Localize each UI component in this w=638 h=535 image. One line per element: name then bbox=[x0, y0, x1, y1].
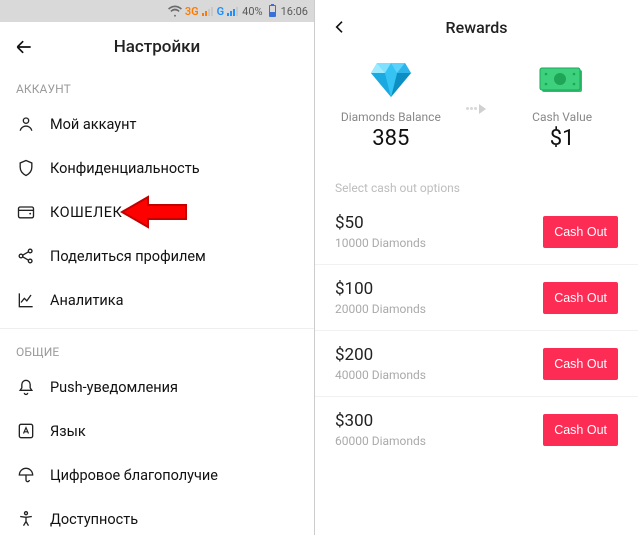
menu-label: Мой аккаунт bbox=[50, 116, 136, 133]
menu-label: Аналитика bbox=[50, 292, 124, 309]
highlight-arrow-icon bbox=[118, 195, 188, 229]
page-title: Настройки bbox=[114, 37, 201, 57]
cashout-note: Select cash out options bbox=[315, 151, 638, 199]
menu-label: Цифровое благополучие bbox=[50, 467, 218, 484]
language-icon bbox=[16, 421, 36, 441]
menu-item-share-profile[interactable]: Поделиться профилем bbox=[0, 234, 314, 278]
battery-text: 40% bbox=[242, 5, 262, 18]
menu-item-analytics[interactable]: Аналитика bbox=[0, 278, 314, 322]
cashout-button[interactable]: Cash Out bbox=[543, 282, 618, 314]
cashout-amount: $50 bbox=[335, 213, 426, 233]
cashout-option: $50 10000 Diamonds Cash Out bbox=[315, 199, 638, 265]
diamonds-label: Diamonds Balance bbox=[341, 110, 441, 124]
cashout-diamonds: 20000 Diamonds bbox=[335, 302, 426, 316]
share-icon bbox=[16, 246, 36, 266]
clock: 16:06 bbox=[281, 5, 308, 18]
diamond-icon bbox=[369, 60, 413, 100]
chart-icon bbox=[16, 290, 36, 310]
network-a-label: 3G bbox=[185, 5, 199, 18]
network-b-label: G bbox=[217, 5, 225, 18]
menu-item-accessibility[interactable]: Доступность bbox=[0, 497, 314, 535]
menu-label: Конфиденциальность bbox=[50, 160, 200, 177]
section-account-label: АККАУНТ bbox=[0, 72, 314, 102]
section-general-label: ОБЩИЕ bbox=[0, 335, 314, 365]
back-button[interactable] bbox=[327, 14, 353, 40]
back-button[interactable] bbox=[10, 33, 38, 61]
settings-screen: 3G G 40% 16:06 Настройки АККАУНТ Мой акк… bbox=[0, 0, 315, 535]
menu-item-wallet[interactable]: КОШЕЛЕК bbox=[0, 190, 314, 234]
shield-icon bbox=[16, 158, 36, 178]
menu-label: Push-уведомления bbox=[50, 379, 178, 396]
menu-label: Язык bbox=[50, 423, 86, 440]
menu-label: Доступность bbox=[50, 511, 138, 528]
menu-label: КОШЕЛЕК bbox=[50, 204, 122, 221]
person-icon bbox=[16, 114, 36, 134]
cashout-button[interactable]: Cash Out bbox=[543, 216, 618, 248]
menu-item-push[interactable]: Push-уведомления bbox=[0, 365, 314, 409]
divider bbox=[0, 328, 314, 329]
diamonds-value: 385 bbox=[372, 126, 409, 151]
menu-label: Поделиться профилем bbox=[50, 248, 206, 265]
signal-b-icon bbox=[227, 6, 239, 16]
bell-icon bbox=[16, 377, 36, 397]
cashout-diamonds: 60000 Diamonds bbox=[335, 434, 426, 448]
settings-header: Настройки bbox=[0, 22, 314, 72]
cashout-diamonds: 40000 Diamonds bbox=[335, 368, 426, 382]
rewards-screen: Rewards Diamonds Balance 385 bbox=[315, 0, 638, 535]
chevron-left-icon bbox=[332, 19, 348, 35]
cashout-diamonds: 10000 Diamonds bbox=[335, 236, 426, 250]
cashout-button[interactable]: Cash Out bbox=[543, 348, 618, 380]
wallet-icon bbox=[16, 202, 36, 222]
cashout-button[interactable]: Cash Out bbox=[543, 414, 618, 446]
cash-value-amount: $1 bbox=[550, 126, 575, 151]
wifi-icon bbox=[168, 4, 182, 18]
cashout-amount: $200 bbox=[335, 345, 426, 365]
menu-item-privacy[interactable]: Конфиденциальность bbox=[0, 146, 314, 190]
cash-value: Cash Value $1 bbox=[502, 60, 622, 151]
convert-arrow-icon bbox=[466, 98, 486, 114]
battery-icon bbox=[269, 5, 276, 17]
rewards-header: Rewards bbox=[315, 0, 638, 54]
accessibility-icon bbox=[16, 509, 36, 529]
cashout-option: $100 20000 Diamonds Cash Out bbox=[315, 265, 638, 331]
menu-item-my-account[interactable]: Мой аккаунт bbox=[0, 102, 314, 146]
umbrella-icon bbox=[16, 465, 36, 485]
cash-label: Cash Value bbox=[532, 110, 592, 124]
status-bar: 3G G 40% 16:06 bbox=[0, 0, 314, 22]
menu-item-language[interactable]: Язык bbox=[0, 409, 314, 453]
cash-icon bbox=[537, 60, 587, 100]
diamonds-balance: Diamonds Balance 385 bbox=[331, 60, 451, 151]
arrow-left-icon bbox=[14, 37, 34, 57]
cashout-option: $200 40000 Diamonds Cash Out bbox=[315, 331, 638, 397]
menu-item-wellbeing[interactable]: Цифровое благополучие bbox=[0, 453, 314, 497]
cashout-amount: $100 bbox=[335, 279, 426, 299]
signal-a-icon bbox=[202, 6, 214, 16]
cashout-option: $300 60000 Diamonds Cash Out bbox=[315, 397, 638, 462]
balance-summary: Diamonds Balance 385 Cash Value $1 bbox=[315, 54, 638, 151]
cashout-amount: $300 bbox=[335, 411, 426, 431]
page-title: Rewards bbox=[446, 18, 508, 37]
